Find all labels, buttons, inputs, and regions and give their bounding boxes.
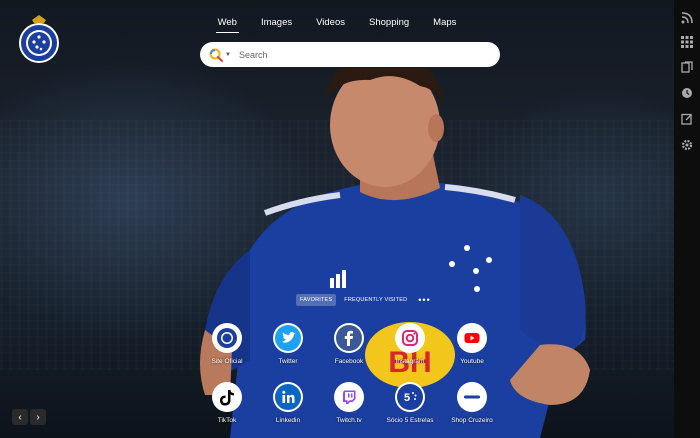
youtube-icon [457,323,487,353]
right-sidebar [674,0,700,438]
engine-dropdown-icon[interactable]: ▼ [225,52,231,58]
tile-instagram[interactable]: Instagram [380,323,440,365]
tile-label: Sócio 5 Estrelas [386,417,434,424]
tile-linkedin[interactable]: Linkedin [258,382,318,424]
tile-label: Site Oficial [211,358,243,365]
tile-label: Shop Cruzeiro [451,417,493,424]
next-arrow-button[interactable]: › [30,409,46,425]
tile-label: Twitch.tv [336,417,362,424]
facebook-icon [334,323,364,353]
more-options-icon[interactable]: ••• [418,296,430,305]
tile-tiktok[interactable]: TikTok [197,382,257,424]
search-engine-icon[interactable] [208,47,224,63]
top-nav: Web Images Videos Shopping Maps [0,17,674,33]
nav-maps[interactable]: Maps [421,17,468,28]
bookmarks-icon[interactable] [681,61,693,73]
history-icon[interactable] [681,87,693,99]
nav-shopping[interactable]: Shopping [357,17,421,28]
search-bar[interactable]: ▼ [200,42,500,67]
socio-5-estrelas-icon: 5 [395,382,425,412]
tab-frequently-visited[interactable]: FREQUENTLY VISITED [340,294,411,306]
search-input[interactable] [236,48,491,61]
tile-twitter[interactable]: Twitter [258,323,318,365]
rss-icon[interactable] [681,12,693,24]
favorites-tabs: FAVORITES FREQUENTLY VISITED ••• [296,294,431,306]
settings-icon[interactable] [681,139,693,151]
apps-grid-icon[interactable] [681,36,693,48]
shop-cruzeiro-icon [457,382,487,412]
nav-web[interactable]: Web [206,17,249,33]
linkedin-icon [273,382,303,412]
tile-label: Youtube [460,358,484,365]
tile-label: Linkedin [275,417,301,424]
tile-socio-5-estrelas[interactable]: 5 Sócio 5 Estrelas [380,382,440,424]
tile-label: TikTok [217,417,237,424]
tile-label: Facebook [334,358,364,365]
twitter-icon [273,323,303,353]
tiktok-icon [212,382,242,412]
tile-twitch[interactable]: Twitch.tv [319,382,379,424]
cruzeiro-crest-icon [212,323,242,353]
instagram-icon [395,323,425,353]
tile-site-oficial[interactable]: Site Oficial [197,323,257,365]
notes-icon[interactable] [681,113,693,125]
tile-facebook[interactable]: Facebook [319,323,379,365]
tile-youtube[interactable]: Youtube [442,323,502,365]
nav-images[interactable]: Images [249,17,304,28]
tile-label: Instagram [395,358,425,365]
tile-shop-cruzeiro[interactable]: Shop Cruzeiro [442,382,502,424]
nav-videos[interactable]: Videos [304,17,357,28]
tab-favorites[interactable]: FAVORITES [296,294,337,306]
twitch-icon [334,382,364,412]
prev-arrow-button[interactable]: ‹ [12,409,28,425]
svg-text:5: 5 [404,392,410,404]
tile-label: Twitter [278,358,298,365]
